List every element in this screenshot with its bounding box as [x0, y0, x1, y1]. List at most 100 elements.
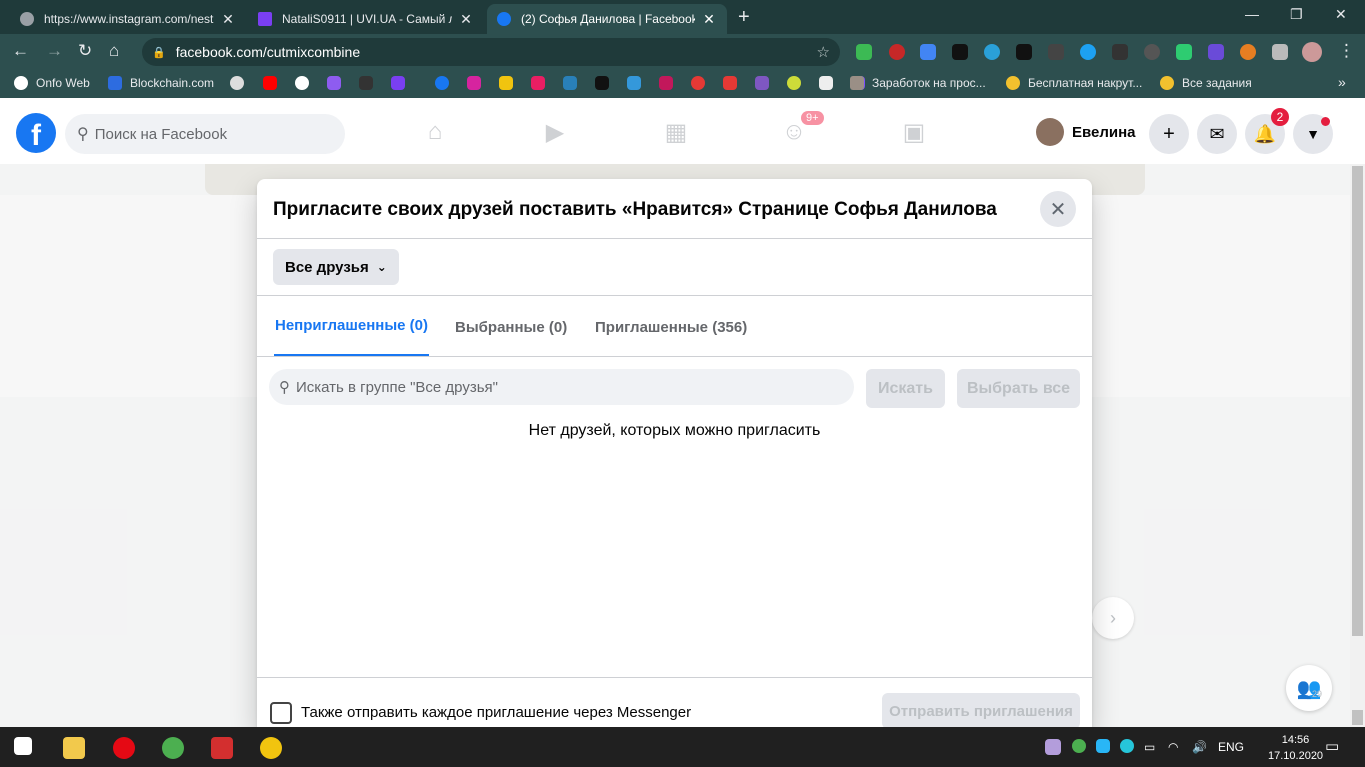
marketplace-icon[interactable]: ▦: [662, 118, 690, 146]
lightning-app-icon[interactable]: [211, 737, 233, 759]
ruble-extension-icon[interactable]: [1176, 44, 1192, 60]
account-alert-dot: [1321, 117, 1330, 126]
opera-icon[interactable]: [113, 737, 135, 759]
bookmark-icon[interactable]: [230, 76, 244, 90]
youtube-icon[interactable]: [263, 76, 277, 90]
messenger-icon[interactable]: ✉: [1197, 114, 1237, 154]
triangle-icon[interactable]: [563, 76, 577, 90]
tab-not-invited[interactable]: Неприглашенные (0): [274, 297, 429, 357]
e-coin-icon[interactable]: [787, 76, 801, 90]
dialog-footer: Также отправить каждое приглашение через…: [257, 677, 1092, 727]
u-icon[interactable]: [359, 76, 373, 90]
back-icon[interactable]: ←: [12, 42, 29, 60]
watch-icon[interactable]: ▶: [541, 118, 569, 146]
instagram-icon[interactable]: [467, 76, 481, 90]
restore-icon[interactable]: ❐: [1290, 6, 1303, 23]
plus-icon[interactable]: [499, 76, 513, 90]
facebook-icon[interactable]: [435, 76, 449, 90]
facebook-search-input[interactable]: ⚲ Поиск на Facebook: [65, 114, 345, 154]
close-tab-icon[interactable]: ✕: [220, 11, 236, 28]
new-tab-button[interactable]: +: [738, 6, 750, 29]
windows-start-icon[interactable]: [14, 737, 32, 755]
friends-search-input[interactable]: ⚲ Искать в группе "Все друзья": [269, 369, 854, 405]
bookmark-onfo-web[interactable]: Onfo Web: [14, 76, 90, 90]
bookmark-nakrutka[interactable]: Бесплатная накрут...: [1006, 76, 1142, 90]
friends-filter-dropdown[interactable]: Все друзья ⌄: [273, 249, 399, 285]
messenger-checkbox-label[interactable]: Также отправить каждое приглашение через…: [301, 704, 691, 721]
bird-icon[interactable]: [627, 76, 641, 90]
translate-extension-icon[interactable]: [920, 44, 936, 60]
send-invites-button[interactable]: Отправить приглашения: [882, 693, 1080, 727]
fox-extension-icon[interactable]: [1240, 44, 1256, 60]
search-button[interactable]: Искать: [866, 369, 945, 408]
home-icon[interactable]: ⌂: [421, 118, 449, 146]
chrome-icon[interactable]: [162, 737, 184, 759]
close-icon[interactable]: ✕: [1040, 191, 1076, 227]
cross-icon[interactable]: [531, 76, 545, 90]
system-clock[interactable]: 14:56 17.10.2020: [1268, 732, 1323, 764]
gaming-icon[interactable]: ▣: [900, 118, 928, 146]
bookmark-blockchain[interactable]: Blockchain.com: [108, 76, 214, 90]
forward-icon[interactable]: →: [46, 42, 63, 60]
tab-selected[interactable]: Выбранные (0): [454, 297, 568, 357]
e-extension-icon[interactable]: [984, 44, 1000, 60]
reload-icon[interactable]: ↻: [78, 42, 92, 60]
bookmark-icon[interactable]: [755, 76, 769, 90]
action-center-icon[interactable]: ▭: [1325, 737, 1339, 755]
x-extension-icon[interactable]: [1208, 44, 1224, 60]
browser-tab-uvi[interactable]: NataliS0911 | UVI.UA - Самый лу ✕: [248, 4, 484, 34]
bookmark-icon[interactable]: [659, 76, 673, 90]
record-icon[interactable]: [691, 76, 705, 90]
close-tab-icon[interactable]: ✕: [458, 11, 474, 28]
bookmark-label: Бесплатная накрут...: [1028, 76, 1143, 90]
language-indicator[interactable]: ENG: [1218, 740, 1244, 754]
avast-icon[interactable]: [260, 737, 282, 759]
check-extension-icon[interactable]: [1080, 44, 1096, 60]
ublock-extension-icon[interactable]: [889, 44, 905, 60]
select-all-button[interactable]: Выбрать все: [957, 369, 1080, 408]
minimize-icon[interactable]: —: [1245, 6, 1259, 22]
text-extension-icon[interactable]: [1048, 44, 1064, 60]
scrollbar-thumb[interactable]: [1352, 166, 1363, 636]
wifi-icon[interactable]: ◠: [1168, 740, 1178, 754]
create-button[interactable]: +: [1149, 114, 1189, 154]
profile-link[interactable]: Евелина: [1036, 118, 1136, 146]
uvi-icon[interactable]: [391, 76, 405, 90]
bookmark-star-icon[interactable]: ☆: [817, 43, 830, 61]
more-bookmarks-button[interactable]: »: [1338, 74, 1346, 90]
chrome-tray-icon[interactable]: [1072, 739, 1086, 753]
bookmark-zarabotok[interactable]: Заработок на прос...: [850, 76, 986, 90]
profile-avatar-icon[interactable]: [1302, 42, 1322, 62]
file-explorer-icon[interactable]: [63, 737, 85, 759]
feather-tray-icon[interactable]: [1045, 739, 1061, 755]
browser-tab-facebook[interactable]: (2) Софья Данилова | Facebook ✕: [487, 4, 727, 34]
new-extension-icon[interactable]: [1112, 44, 1128, 60]
home-icon[interactable]: ⌂: [109, 42, 119, 60]
e-tray-icon[interactable]: [1120, 739, 1134, 753]
browser-tab-instagram[interactable]: https://www.instagram.com/nest ✕: [10, 4, 246, 34]
settings-extension-icon[interactable]: [1144, 44, 1160, 60]
close-tab-icon[interactable]: ✕: [701, 11, 717, 28]
v-icon[interactable]: [595, 76, 609, 90]
box-extension-icon[interactable]: [1016, 44, 1032, 60]
video-extension-icon[interactable]: [952, 44, 968, 60]
menu-dots-icon[interactable]: ⋮: [1338, 42, 1355, 60]
bookmark-icon[interactable]: [819, 76, 833, 90]
bookmark-icon[interactable]: [723, 76, 737, 90]
new-message-icon[interactable]: 29 👥: [1286, 665, 1332, 711]
shield-extension-icon[interactable]: [856, 44, 872, 60]
globe-icon[interactable]: [295, 76, 309, 90]
address-bar[interactable]: 🔒 facebook.com/cutmixcombine ☆: [142, 38, 840, 66]
bookmark-icon[interactable]: [327, 76, 341, 90]
bookmark-vse-zadaniya[interactable]: Все задания: [1160, 76, 1252, 90]
cube-tray-icon[interactable]: [1096, 739, 1110, 753]
scrollbar-arrow[interactable]: [1352, 710, 1363, 725]
uvi-icon: [258, 12, 272, 26]
close-window-icon[interactable]: ✕: [1335, 6, 1347, 23]
volume-icon[interactable]: 🔊: [1192, 740, 1207, 754]
tab-invited[interactable]: Приглашенные (356): [594, 297, 748, 357]
puzzle-extension-icon[interactable]: [1272, 44, 1288, 60]
battery-icon[interactable]: ▭: [1144, 740, 1155, 754]
facebook-logo[interactable]: f: [16, 113, 56, 153]
messenger-checkbox[interactable]: [270, 702, 292, 724]
